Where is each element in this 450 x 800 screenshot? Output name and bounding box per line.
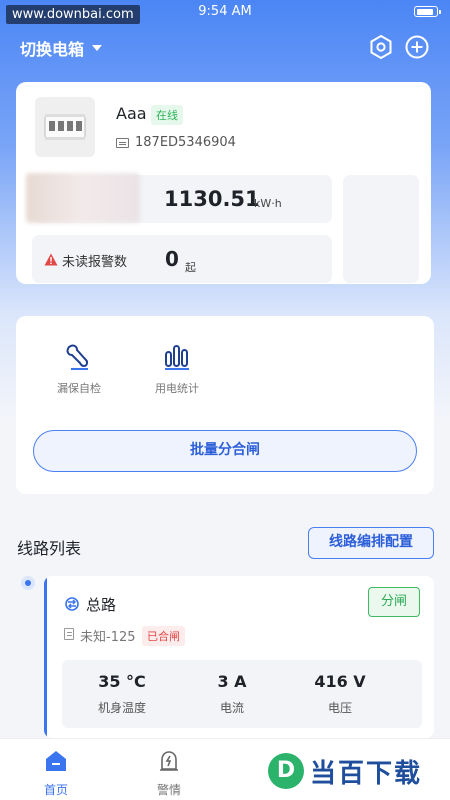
tab-alarm[interactable]: 警情 xyxy=(139,749,199,798)
stat-current: 3 A 电流 xyxy=(182,672,282,716)
device-image xyxy=(35,97,95,157)
stat-value: 416 V xyxy=(314,672,366,691)
id-card-icon xyxy=(116,137,129,148)
settings-icon[interactable] xyxy=(368,34,394,60)
power-stats-label: 用电统计 xyxy=(155,382,199,395)
batch-switch-button[interactable]: 批量分合闸 xyxy=(33,430,417,472)
energy-value: 1130.51 xyxy=(164,187,260,211)
device-card[interactable]: Aaa 在线 187ED5346904 1130.51 kW·h 未读报警数 0… xyxy=(16,82,431,284)
switch-box-dropdown[interactable]: 切换电箱 xyxy=(20,36,103,60)
alarm-panel[interactable]: 未读报警数 0 起 xyxy=(32,235,332,283)
warning-icon xyxy=(44,253,58,266)
timeline-dot xyxy=(21,576,35,590)
open-switch-button[interactable]: 分闸 xyxy=(368,587,420,617)
line-stats: 35 °C 机身温度 3 A 电流 416 V 电压 xyxy=(62,660,422,728)
stat-label: 电压 xyxy=(327,701,352,715)
stat-label: 电流 xyxy=(219,701,244,715)
alarm-count: 0 xyxy=(165,247,179,271)
blurred-area xyxy=(26,173,140,223)
leakage-selftest-button[interactable]: 漏保自检 xyxy=(44,342,114,396)
stat-label: 机身温度 xyxy=(97,701,146,715)
stats-icon xyxy=(165,345,189,370)
stat-temperature: 35 °C 机身温度 xyxy=(72,672,172,716)
device-name: Aaa xyxy=(116,104,147,123)
energy-unit: kW·h xyxy=(254,197,282,210)
line-card[interactable]: 总路 分闸 未知-125 已合闸 35 °C 机身温度 3 A 电流 416 V… xyxy=(44,576,434,738)
add-icon[interactable] xyxy=(404,34,430,60)
power-stats-button[interactable]: 用电统计 xyxy=(142,342,212,396)
line-model: 未知-125 xyxy=(80,630,136,645)
side-panel xyxy=(343,175,419,283)
tab-alarm-label: 警情 xyxy=(156,783,181,797)
online-status-badge: 在线 xyxy=(151,105,183,125)
line-list-title: 线路列表 xyxy=(17,539,82,558)
site-logo-watermark: D 当百下载 xyxy=(268,750,446,792)
device-id: 187ED5346904 xyxy=(116,135,236,150)
switch-box-label: 切换电箱 xyxy=(20,40,85,59)
line-accent-bar xyxy=(44,576,47,738)
function-card: 漏保自检 用电统计 批量分合闸 xyxy=(16,316,434,494)
line-config-button[interactable]: 线路编排配置 xyxy=(308,527,434,559)
tab-home-label: 首页 xyxy=(43,783,68,797)
logo-text: 当百下载 xyxy=(310,758,423,789)
alarm-icon xyxy=(160,751,178,771)
device-id-text: 187ED5346904 xyxy=(135,135,236,150)
battery-icon xyxy=(414,6,441,17)
document-icon xyxy=(64,628,74,640)
line-name: 总路 xyxy=(86,596,117,614)
stat-value: 3 A xyxy=(217,672,247,691)
closed-status-badge: 已合闸 xyxy=(142,626,185,646)
tab-home[interactable]: 首页 xyxy=(26,749,86,798)
switch-line-icon xyxy=(65,597,79,611)
top-bar: 切换电箱 xyxy=(0,30,450,66)
logo-badge: D xyxy=(268,753,304,789)
leakage-selftest-label: 漏保自检 xyxy=(57,382,101,395)
status-bar: www.downbai.com 9:54 AM xyxy=(0,0,450,26)
energy-panel: 1130.51 kW·h xyxy=(26,173,332,223)
stat-voltage: 416 V 电压 xyxy=(290,672,390,716)
status-time: 9:54 AM xyxy=(198,4,252,19)
alarm-unit: 起 xyxy=(185,261,196,274)
stat-value: 35 °C xyxy=(98,672,146,691)
caret-down-icon xyxy=(92,45,103,51)
alarm-label: 未读报警数 xyxy=(62,255,128,270)
wrench-icon xyxy=(66,344,89,370)
home-icon xyxy=(46,751,66,771)
